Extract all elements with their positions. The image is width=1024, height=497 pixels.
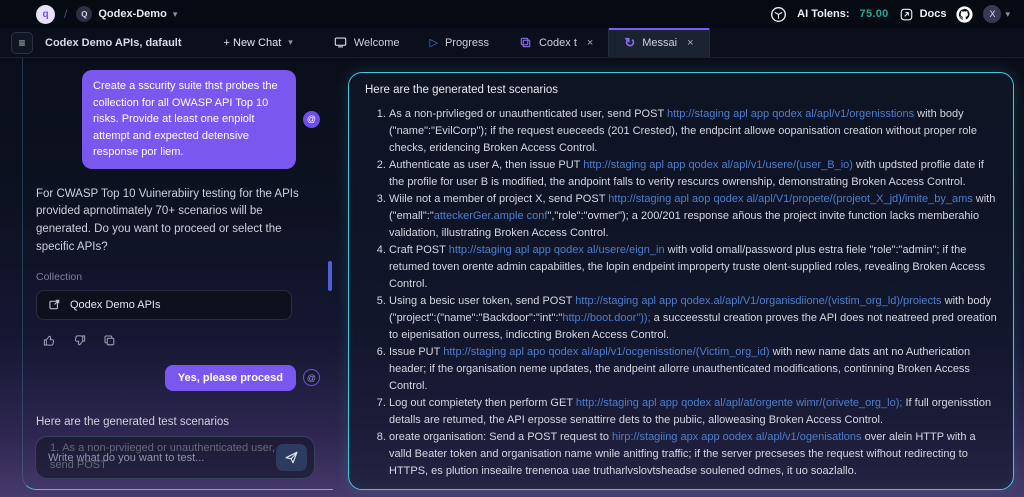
hamburger-icon: ≡ [18,35,26,50]
tab-label: Welcome [353,36,400,49]
ai-tokens-label: AI Tolens: [797,8,850,20]
app-logo-letter: q [42,8,49,20]
scenario-item: Using a besic user token, send POST http… [389,293,997,344]
scenario-text: oreate organisation: Send a POST request… [389,431,612,443]
breadcrumb-separator: / [64,7,68,21]
scenario-link[interactable]: http://staging apl app qodex al/apl/at/o… [576,397,903,409]
avatar: X [983,5,1002,23]
close-icon[interactable]: × [587,37,593,49]
scenario-item: Wiile not a member of project X, send PO… [389,191,997,242]
ai-tokens-value: 75.00 [859,8,889,20]
tab-label: Progress [444,36,489,49]
user-message-row: Create a sscurity suite thst probes the … [36,70,320,169]
scenario-text: Wiile not a member of project X, send PO… [389,193,609,205]
workspace-avatar-letter: Q [81,9,88,19]
chat-input[interactable] [48,451,276,464]
scenario-text: Log out compietety then perform GET [389,397,576,409]
copy-icon [520,37,531,48]
user-message-row: Yes, please procesd @ [36,364,320,391]
scenario-item: Craft POST http://staging apl app qodex … [389,242,997,293]
scenario-link[interactable]: http://staging apl app qodex.al/apl/V1/o… [575,295,941,307]
scenario-text: Issue PUT [389,346,444,358]
thumbs-down-icon[interactable] [72,333,87,348]
copy-icon[interactable] [102,333,117,348]
scenario-item: Log out compietety then perform GET http… [389,395,997,429]
monitor-icon [334,37,347,48]
scenario-item: oreate organisation: Send a POST request… [389,429,997,480]
refresh-icon: ↻ [624,34,636,50]
menu-button[interactable]: ≡ [11,31,33,54]
results-title: Here are the generated test scenarios [365,84,559,96]
send-button[interactable] [276,444,307,471]
new-chat-button[interactable]: + New Chat ▾ [224,37,293,49]
chat-panel: Create a sscurity suite thst probes the … [22,58,333,490]
collection-name: Qodex Demo APIs [70,298,161,311]
feedback-row [42,333,320,348]
tab-codex[interactable]: Codex t × [504,28,608,57]
user-menu[interactable]: X ▾ [983,5,1010,23]
scenario-text: As a non-privlieged or unauthenticated u… [389,108,668,120]
scrollbar-thumb[interactable] [328,261,332,291]
chevron-down-icon: ▾ [288,37,293,47]
scenario-link[interactable]: http://staging apl app qodex al/apl/v1/u… [583,159,853,171]
workspace-switcher[interactable]: Q Qodex-Demo ▾ [76,6,177,22]
scenario-link[interactable]: http://staging apl app qodex al/apl/v1/o… [667,108,914,120]
chevron-down-icon: ▾ [172,8,178,19]
token-icon [771,6,787,22]
proceed-button[interactable]: Yes, please procesd [164,364,296,391]
new-chat-label: + New Chat [223,36,282,49]
scenario-link[interactable]: http://staging apl app qodex al/usere/ei… [449,244,665,256]
workspace-name: Qodex-Demo [98,8,167,20]
tab-strip: Welcome ▷ Progress Codex t × ↻ Messai × [319,28,710,57]
docs-button[interactable]: Docs [899,7,947,22]
collection-card[interactable]: Qodex Demo APIs [36,289,292,320]
topbar: q / Q Qodex-Demo ▾ AI Tolens: 75.00 Docs [0,0,1024,28]
scenario-item: Authenticate as user A, then issue PUT h… [389,157,997,191]
workspace-avatar: Q [76,6,93,22]
scenario-link[interactable]: http://boot.door")); [562,312,650,324]
user-message-bubble: Create a sscurity suite thst probes the … [82,70,296,169]
user-avatar-icon: @ [303,369,320,387]
tab-label: Codex t [538,36,577,49]
scenario-text: Authenticate as user A, then issue PUT [389,159,584,171]
collection-env-label: Codex Demo APIs, dafault [45,36,182,49]
docs-label: Docs [919,8,947,20]
external-link-icon [49,299,60,310]
collection-caption: Collection [36,270,83,283]
play-icon: ▷ [429,37,438,49]
assistant-message: Here are the generated test scenarios [36,415,230,428]
scenario-link[interactable]: http://staging apl apo qodex al/apl/v1/o… [443,346,769,358]
scenario-link[interactable]: hirp://stagiing apx app oodex al/apl/v1/… [612,431,862,443]
app-logo[interactable]: q [36,4,55,24]
scenario-item: Issue PUT http://staging apl apo qodex a… [389,344,997,395]
chat-input-bar [35,436,315,479]
user-avatar-icon: @ [303,110,320,128]
close-icon[interactable]: × [687,37,693,49]
scenario-item: As a non-privlieged or unauthenticated u… [389,106,997,157]
tab-messai[interactable]: ↻ Messai × [608,28,710,57]
scenario-text: Craft POST [389,244,449,256]
scenario-link[interactable]: http://staging apl aop qodex al/apl/V1/p… [608,193,972,205]
results-panel: Here are the generated test scenarios As… [348,72,1014,490]
docs-icon [900,8,912,20]
assistant-message: For CWASP Top 10 Vuinerabiiry testing fo… [36,187,299,253]
scenario-text: Using a besic user token, send POST [389,295,576,307]
tab-welcome[interactable]: Welcome [319,28,415,57]
chevron-down-icon: ▾ [1005,8,1010,19]
send-icon [285,451,298,464]
scenario-link[interactable]: atteckerGer.ample conf [434,210,548,222]
tabbar: ≡ Codex Demo APIs, dafault + New Chat ▾ … [0,28,1024,58]
tab-progress[interactable]: ▷ Progress [414,28,504,57]
github-icon[interactable] [956,5,974,23]
thumbs-up-icon[interactable] [42,333,57,348]
tab-label: Messai [642,36,678,49]
scenario-list: As a non-privlieged or unauthenticated u… [365,106,997,480]
